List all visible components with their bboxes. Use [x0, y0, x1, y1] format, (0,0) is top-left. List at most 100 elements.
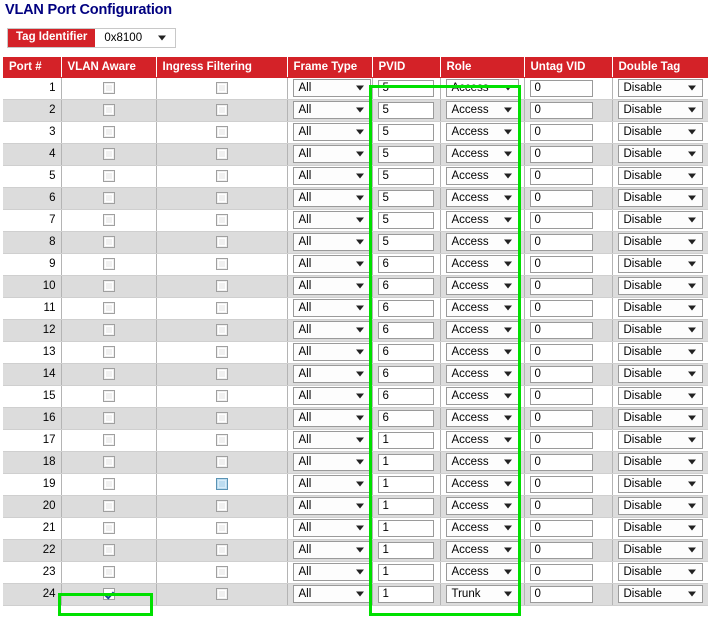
vlan-aware-checkbox[interactable] — [102, 389, 115, 402]
pvid-cell[interactable]: 1 — [372, 495, 441, 518]
frame-type-select[interactable]: All — [292, 541, 371, 559]
vlan-aware-cell[interactable] — [61, 517, 157, 540]
role-select[interactable]: Access — [445, 277, 519, 295]
untag-vid-input[interactable]: 0 — [529, 541, 593, 559]
frame-type-select[interactable]: All — [292, 255, 371, 273]
untag-vid-cell[interactable]: 0 — [524, 407, 613, 430]
untag-vid-cell[interactable]: 0 — [524, 429, 613, 452]
vlan-aware-checkbox[interactable] — [102, 103, 115, 116]
role-cell[interactable]: Access — [440, 561, 525, 584]
role-select[interactable]: Access — [445, 541, 519, 559]
frame-type-cell[interactable]: All — [287, 451, 373, 474]
untag-vid-input[interactable]: 0 — [529, 475, 593, 493]
ingress-filtering-cell[interactable] — [156, 231, 288, 254]
role-cell[interactable]: Access — [440, 187, 525, 210]
role-select[interactable]: Access — [445, 365, 519, 383]
untag-vid-cell[interactable]: 0 — [524, 77, 613, 100]
pvid-cell[interactable]: 1 — [372, 583, 441, 606]
vlan-aware-cell[interactable] — [61, 363, 157, 386]
role-select[interactable]: Access — [445, 145, 519, 163]
frame-type-select[interactable]: All — [292, 387, 371, 405]
pvid-input[interactable]: 6 — [377, 365, 434, 383]
pvid-input[interactable]: 6 — [377, 299, 434, 317]
pvid-cell[interactable]: 1 — [372, 517, 441, 540]
ingress-filtering-checkbox[interactable] — [215, 125, 228, 138]
vlan-aware-cell[interactable] — [61, 77, 157, 100]
double-tag-cell[interactable]: Disable — [612, 319, 708, 342]
role-select[interactable]: Access — [445, 79, 519, 97]
vlan-aware-checkbox[interactable] — [102, 235, 115, 248]
vlan-aware-cell[interactable] — [61, 121, 157, 144]
untag-vid-cell[interactable]: 0 — [524, 253, 613, 276]
frame-type-cell[interactable]: All — [287, 583, 373, 606]
pvid-input[interactable]: 6 — [377, 343, 434, 361]
double-tag-cell[interactable]: Disable — [612, 121, 708, 144]
ingress-filtering-cell[interactable] — [156, 187, 288, 210]
ingress-filtering-checkbox[interactable] — [215, 499, 228, 512]
double-tag-select[interactable]: Disable — [617, 343, 703, 361]
untag-vid-cell[interactable]: 0 — [524, 517, 613, 540]
double-tag-select[interactable]: Disable — [617, 387, 703, 405]
untag-vid-cell[interactable]: 0 — [524, 363, 613, 386]
ingress-filtering-cell[interactable] — [156, 539, 288, 562]
pvid-cell[interactable]: 5 — [372, 231, 441, 254]
double-tag-select[interactable]: Disable — [617, 453, 703, 471]
double-tag-cell[interactable]: Disable — [612, 539, 708, 562]
pvid-input[interactable]: 5 — [377, 167, 434, 185]
vlan-aware-cell[interactable] — [61, 165, 157, 188]
pvid-input[interactable]: 1 — [377, 475, 434, 493]
vlan-aware-checkbox[interactable] — [102, 301, 115, 314]
vlan-aware-cell[interactable] — [61, 583, 157, 606]
double-tag-select[interactable]: Disable — [617, 211, 703, 229]
role-select[interactable]: Access — [445, 453, 519, 471]
role-select[interactable]: Access — [445, 101, 519, 119]
role-cell[interactable]: Trunk — [440, 583, 525, 606]
untag-vid-input[interactable]: 0 — [529, 563, 593, 581]
vlan-aware-cell[interactable] — [61, 143, 157, 166]
frame-type-cell[interactable]: All — [287, 341, 373, 364]
role-cell[interactable]: Access — [440, 231, 525, 254]
pvid-cell[interactable]: 6 — [372, 341, 441, 364]
frame-type-cell[interactable]: All — [287, 297, 373, 320]
vlan-aware-cell[interactable] — [61, 429, 157, 452]
ingress-filtering-cell[interactable] — [156, 429, 288, 452]
frame-type-cell[interactable]: All — [287, 121, 373, 144]
vlan-aware-checkbox[interactable] — [102, 455, 115, 468]
untag-vid-cell[interactable]: 0 — [524, 473, 613, 496]
tag-identifier-select[interactable]: 0x8100 — [95, 29, 176, 47]
untag-vid-input[interactable]: 0 — [529, 431, 593, 449]
ingress-filtering-checkbox[interactable] — [215, 279, 228, 292]
pvid-input[interactable]: 5 — [377, 211, 434, 229]
pvid-input[interactable]: 6 — [377, 277, 434, 295]
pvid-input[interactable]: 1 — [377, 431, 434, 449]
untag-vid-cell[interactable]: 0 — [524, 121, 613, 144]
pvid-cell[interactable]: 1 — [372, 539, 441, 562]
pvid-input[interactable]: 1 — [377, 541, 434, 559]
ingress-filtering-cell[interactable] — [156, 517, 288, 540]
frame-type-cell[interactable]: All — [287, 165, 373, 188]
ingress-filtering-cell[interactable] — [156, 341, 288, 364]
double-tag-select[interactable]: Disable — [617, 541, 703, 559]
frame-type-select[interactable]: All — [292, 585, 371, 603]
ingress-filtering-checkbox[interactable] — [215, 587, 228, 600]
untag-vid-cell[interactable]: 0 — [524, 561, 613, 584]
role-select[interactable]: Access — [445, 211, 519, 229]
frame-type-cell[interactable]: All — [287, 77, 373, 100]
frame-type-cell[interactable]: All — [287, 99, 373, 122]
vlan-aware-cell[interactable] — [61, 99, 157, 122]
frame-type-cell[interactable]: All — [287, 561, 373, 584]
vlan-aware-cell[interactable] — [61, 209, 157, 232]
ingress-filtering-checkbox[interactable] — [215, 191, 228, 204]
ingress-filtering-cell[interactable] — [156, 363, 288, 386]
pvid-input[interactable]: 1 — [377, 519, 434, 537]
pvid-cell[interactable]: 5 — [372, 143, 441, 166]
untag-vid-input[interactable]: 0 — [529, 387, 593, 405]
double-tag-select[interactable]: Disable — [617, 365, 703, 383]
double-tag-select[interactable]: Disable — [617, 519, 703, 537]
ingress-filtering-cell[interactable] — [156, 143, 288, 166]
pvid-cell[interactable]: 5 — [372, 209, 441, 232]
ingress-filtering-cell[interactable] — [156, 495, 288, 518]
vlan-aware-cell[interactable] — [61, 473, 157, 496]
role-select[interactable]: Access — [445, 343, 519, 361]
ingress-filtering-cell[interactable] — [156, 385, 288, 408]
